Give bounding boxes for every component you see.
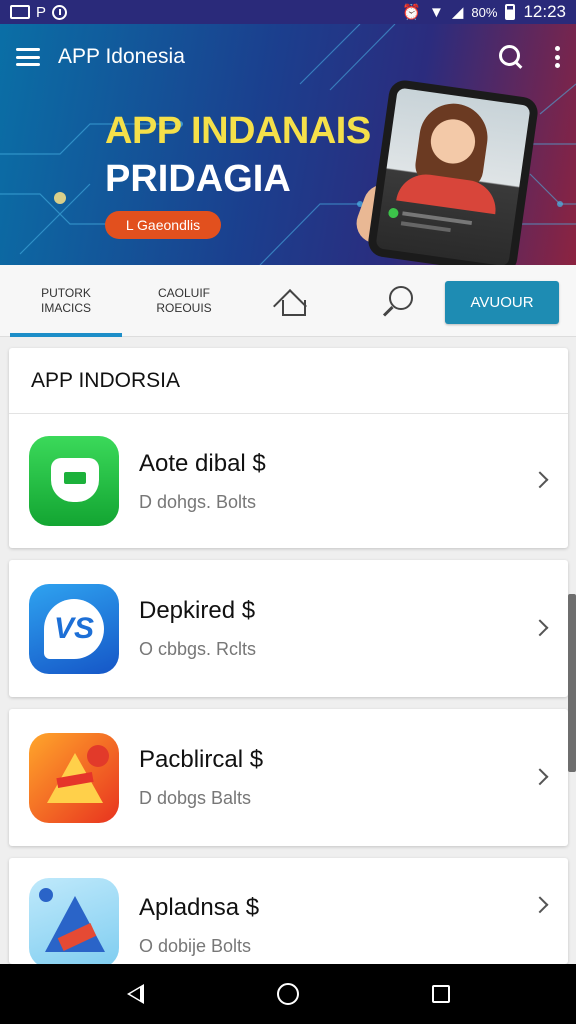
- app-name: Aote dibal $: [139, 449, 266, 477]
- green-shield-icon: [29, 436, 119, 526]
- app-name: Apladnsa $: [139, 894, 260, 921]
- tab-label-line1: PUTORK: [41, 285, 91, 300]
- app-title: APP Idonesia: [58, 45, 185, 68]
- app-bar: APP Idonesia: [0, 24, 576, 90]
- app-list-section: APP INDORSIA Aote dibal $ D dohgs. Bolts: [9, 348, 568, 548]
- alarm-icon: ⏰: [402, 4, 422, 21]
- chevron-right-icon: [531, 471, 549, 489]
- banner-headline: APP INDANAIS: [105, 110, 371, 152]
- list-item[interactable]: Apladnsa $ O dobije Bolts: [9, 858, 568, 964]
- search-icon[interactable]: [498, 44, 524, 70]
- battery-percent: 80%: [471, 4, 498, 20]
- chevron-right-icon: [531, 896, 549, 914]
- phone-image: [366, 78, 540, 265]
- blue-badge-icon: VS: [29, 583, 119, 674]
- tab-putork[interactable]: PUTORK IMACICS: [0, 265, 122, 337]
- tab-bar: PUTORK IMACICS CAOLUIF ROEOUIS AVUOUR: [0, 265, 576, 337]
- home-icon: [275, 286, 309, 316]
- app-meta: O dobije Bolts: [139, 936, 252, 956]
- menu-icon[interactable]: [16, 48, 40, 66]
- decorative-dot: [54, 192, 66, 204]
- list-item[interactable]: Aote dibal $ D dohgs. Bolts: [9, 414, 568, 548]
- tab-label-line2: ROEOUIS: [156, 300, 212, 315]
- back-icon[interactable]: [126, 984, 144, 1004]
- cta-button[interactable]: AVUOUR: [445, 281, 559, 324]
- app-meta: D dobgs Balts: [139, 788, 252, 808]
- tab-home[interactable]: [246, 265, 338, 337]
- tab-search[interactable]: [338, 265, 458, 337]
- wifi-icon: ▼: [429, 3, 444, 21]
- list-item[interactable]: VS Depkired $ O cbbgs. Rclts: [9, 560, 568, 697]
- scrollbar-thumb[interactable]: [568, 594, 576, 772]
- screenshot-icon: [10, 5, 30, 19]
- section-title: APP INDORSIA: [9, 348, 568, 414]
- header-banner: APP Idonesia APP INDANAIS PRIDAGIA L Gae…: [0, 24, 576, 265]
- tab-caoluif[interactable]: CAOLUIF ROEOUIS: [122, 265, 246, 337]
- home-icon[interactable]: [276, 983, 299, 1005]
- status-time: 12:23: [523, 2, 566, 21]
- app-name: Pacblircal $: [139, 746, 264, 773]
- tab-label-line2: IMACICS: [40, 300, 91, 315]
- chevron-right-icon: [531, 618, 549, 636]
- orange-triangle-icon: [29, 732, 119, 823]
- banner-button[interactable]: L Gaeondlis: [105, 211, 221, 239]
- signal-icon: ◢: [451, 4, 464, 21]
- status-bar: P ⏰ ▼ ◢ 80% 12:23: [0, 0, 576, 24]
- recents-icon[interactable]: [431, 985, 450, 1003]
- clock-icon: [52, 4, 68, 20]
- chevron-right-icon: [531, 767, 549, 785]
- tab-label-line1: CAOLUIF: [157, 285, 210, 300]
- search-icon: [382, 285, 414, 317]
- status-glyph: P: [36, 3, 47, 21]
- app-meta: D dohgs. Bolts: [139, 491, 257, 512]
- battery-icon: [505, 4, 516, 20]
- banner-subheadline: PRIDAGIA: [105, 158, 291, 200]
- list-item[interactable]: Pacblircal $ D dobgs Balts: [9, 709, 568, 846]
- app-meta: O cbbgs. Rclts: [139, 639, 257, 659]
- system-nav-bar: [0, 964, 576, 1024]
- app-name: Depkired $: [139, 597, 256, 624]
- blue-triangle-icon: [29, 878, 119, 964]
- more-vert-icon[interactable]: [554, 46, 560, 68]
